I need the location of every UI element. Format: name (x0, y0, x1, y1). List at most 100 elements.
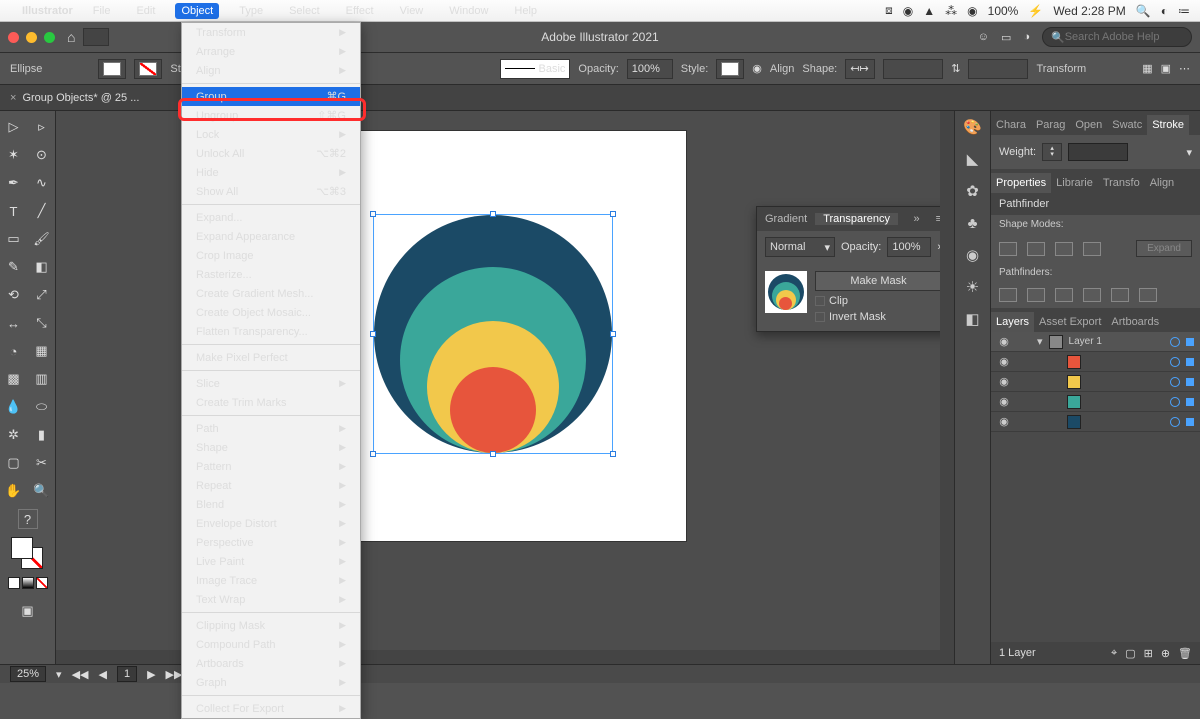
menu-object[interactable]: Object (175, 3, 219, 19)
visibility-icon[interactable]: ◉ (997, 395, 1011, 408)
magic-wand-tool[interactable]: ✶ (2, 143, 26, 167)
recolor-icon[interactable]: ◉ (752, 62, 762, 75)
menu-item-create-gradient-mesh-[interactable]: Create Gradient Mesh... (182, 284, 360, 303)
type-tool[interactable]: T (2, 199, 26, 223)
menu-item-compound-path[interactable]: Compound Path▶ (182, 635, 360, 654)
arrange-docs-icon[interactable] (83, 28, 109, 46)
trim-icon[interactable] (1027, 288, 1045, 302)
target-icon[interactable] (1170, 377, 1180, 387)
menu-item-rasterize-[interactable]: Rasterize... (182, 265, 360, 284)
artboard-tool[interactable]: ▢ (2, 451, 26, 475)
menu-item-collect-for-export[interactable]: Collect For Export▶ (182, 699, 360, 718)
shape-width[interactable]: ↤↦ (845, 59, 875, 79)
menu-item-clipping-mask[interactable]: Clipping Mask▶ (182, 616, 360, 635)
siri-icon[interactable]: ◐ (1161, 4, 1168, 18)
menu-item-artboards[interactable]: Artboards▶ (182, 654, 360, 673)
target-icon[interactable] (1170, 357, 1180, 367)
menu-item-image-trace[interactable]: Image Trace▶ (182, 571, 360, 590)
v-scrollbar[interactable] (940, 111, 954, 650)
minimize-window[interactable] (26, 32, 37, 43)
tab-open[interactable]: Open (1070, 115, 1107, 135)
exclude-icon[interactable] (1083, 242, 1101, 256)
close-tab-icon[interactable]: × (10, 92, 16, 104)
maximize-window[interactable] (44, 32, 55, 43)
fill-swatch[interactable] (98, 59, 126, 79)
visibility-icon[interactable]: ◉ (997, 355, 1011, 368)
make-mask-button[interactable]: Make Mask (815, 271, 942, 291)
new-layer-icon[interactable]: ⊕ (1161, 647, 1170, 660)
opacity-field[interactable]: 100% (627, 59, 673, 79)
status-icon[interactable]: ▲ (923, 4, 935, 18)
select-indicator[interactable] (1186, 378, 1194, 386)
graphic-styles-icon[interactable]: ◧ (963, 309, 983, 329)
home-icon[interactable]: ⌂ (67, 29, 75, 45)
free-transform-tool[interactable]: ⤡ (30, 311, 54, 335)
weight-stepper[interactable]: ▴▾ (1042, 143, 1062, 161)
menu-item-perspective[interactable]: Perspective▶ (182, 533, 360, 552)
intersect-icon[interactable] (1055, 242, 1073, 256)
unite-icon[interactable] (999, 242, 1017, 256)
menu-view[interactable]: View (394, 3, 430, 19)
artboard-prev2-icon[interactable]: ◀ (98, 668, 106, 681)
tab-transparency[interactable]: Transparency (815, 213, 898, 225)
zoom-tool[interactable]: 🔍 (30, 479, 54, 503)
shaper-tool[interactable]: ✎ (2, 255, 26, 279)
screen-mode[interactable]: ▣ (16, 599, 40, 623)
menu-item-flatten-transparency-[interactable]: Flatten Transparency... (182, 322, 360, 341)
menu-item-path[interactable]: Path▶ (182, 419, 360, 438)
direct-select-tool[interactable]: ▹ (30, 115, 54, 139)
weight-value[interactable] (1068, 143, 1128, 161)
divide-icon[interactable] (999, 288, 1017, 302)
user-icon[interactable]: ☺ (978, 31, 989, 43)
layer-row[interactable]: ◉ (991, 412, 1200, 432)
width-tool[interactable]: ↔ (2, 311, 26, 335)
locate-icon[interactable]: ⌖ (1111, 647, 1117, 660)
hand-tool[interactable]: ✋ (2, 479, 26, 503)
crop-icon[interactable] (1083, 288, 1101, 302)
menu-item-group[interactable]: Group⌘G (182, 87, 360, 106)
menu-window[interactable]: Window (443, 3, 494, 19)
style-swatch[interactable] (716, 59, 744, 79)
wifi-icon[interactable]: ◉ (967, 4, 977, 18)
slice-tool[interactable]: ✂ (30, 451, 54, 475)
bluetooth-icon[interactable]: ⁂ (945, 4, 957, 18)
transparency-panel[interactable]: Gradient Transparency » ≡ Normal▾ Opacit… (756, 206, 951, 332)
mesh-tool[interactable]: ▩ (2, 367, 26, 391)
edit-toolbar[interactable]: ? (18, 509, 38, 529)
selection-tool[interactable]: ▷ (2, 115, 26, 139)
layer-row[interactable]: ◉ (991, 392, 1200, 412)
layer-row[interactable]: ◉ (991, 372, 1200, 392)
color-mode-swatches[interactable] (8, 577, 48, 589)
blend-mode[interactable]: Normal▾ (765, 237, 835, 257)
stroke-swatch[interactable] (134, 59, 162, 79)
menu-item-create-trim-marks[interactable]: Create Trim Marks (182, 393, 360, 412)
tab-stroke[interactable]: Stroke (1147, 115, 1189, 135)
control-center-icon[interactable]: ≔ (1178, 4, 1190, 18)
menu-help[interactable]: Help (508, 3, 543, 19)
rotate-tool[interactable]: ⟲ (2, 283, 26, 307)
opacity-val[interactable]: 100% (887, 237, 931, 257)
menu-item-expand-[interactable]: Expand... (182, 208, 360, 227)
select-indicator[interactable] (1186, 418, 1194, 426)
menu-item-blend[interactable]: Blend▶ (182, 495, 360, 514)
scale-tool[interactable]: ⤢ (30, 283, 54, 307)
eyedropper-tool[interactable]: 💧 (2, 395, 26, 419)
trash-icon[interactable]: 🗑 (1178, 647, 1192, 660)
eraser-tool[interactable]: ◧ (30, 255, 54, 279)
target-icon[interactable] (1170, 417, 1180, 427)
graph-tool[interactable]: ▮ (30, 423, 54, 447)
more-opts-icon[interactable]: ⋯ (1179, 62, 1190, 75)
outline-icon[interactable] (1111, 288, 1129, 302)
stroke-panel-icon[interactable]: ◉ (963, 245, 983, 265)
close-window[interactable] (8, 32, 19, 43)
zoom-arrow-icon[interactable]: ▾ (56, 668, 62, 681)
dropbox-icon[interactable]: ⧈ (885, 3, 893, 18)
tab-librarie[interactable]: Librarie (1051, 173, 1098, 193)
minus-back-icon[interactable] (1139, 288, 1157, 302)
menu-item-align[interactable]: Align▶ (182, 61, 360, 80)
menu-item-repeat[interactable]: Repeat▶ (182, 476, 360, 495)
menu-item-transform[interactable]: Transform▶ (182, 23, 360, 42)
minus-front-icon[interactable] (1027, 242, 1045, 256)
tab-transfo[interactable]: Transfo (1098, 173, 1145, 193)
fill-color[interactable] (11, 537, 33, 559)
